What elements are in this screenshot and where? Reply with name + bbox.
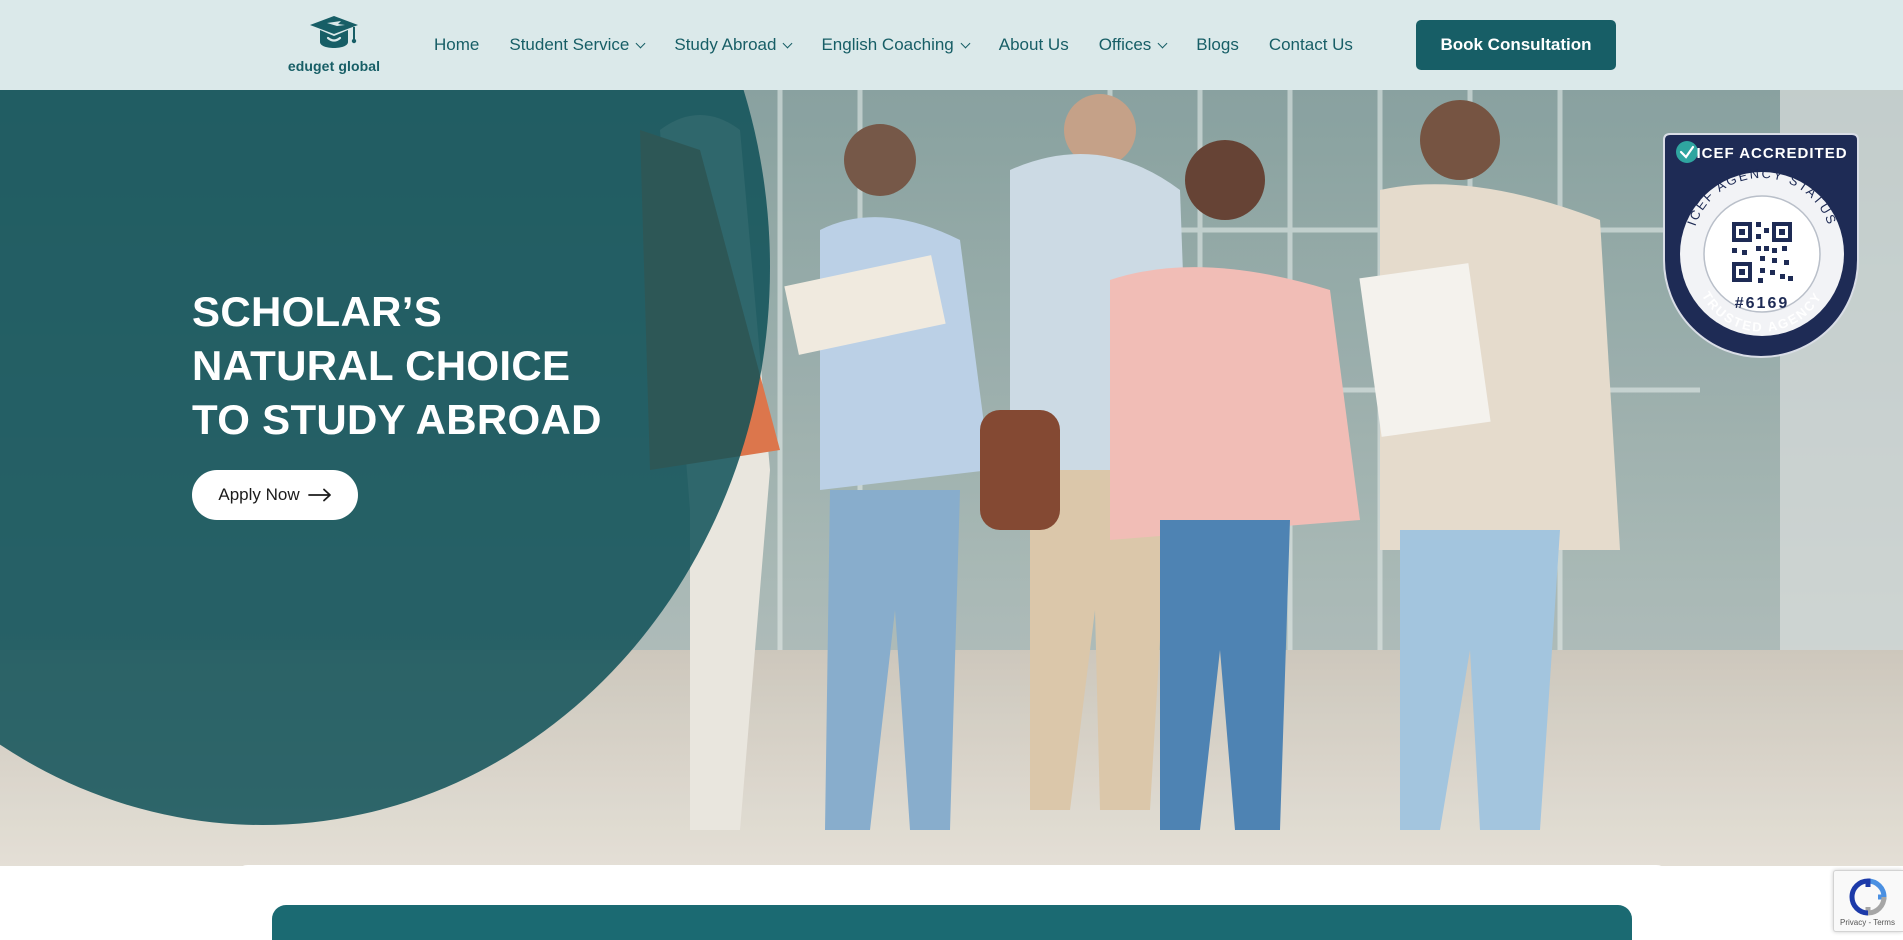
icef-accredited-badge: ICEF ACCREDITED ICEF AGENCY STATUS TRUST… <box>1663 133 1859 358</box>
search-card-panel <box>272 905 1632 940</box>
nav-item-label: About Us <box>998 35 1069 54</box>
chevron-down-icon <box>783 38 793 48</box>
headline-line: SCHOLAR’S <box>192 288 443 335</box>
recaptcha-text[interactable]: Privacy - Terms <box>1840 918 1895 927</box>
hero-headline: SCHOLAR’S NATURAL CHOICE TO STUDY ABROAD <box>192 285 602 447</box>
logo-text: eduget global <box>287 58 381 74</box>
apply-now-label: Apply Now <box>218 485 300 504</box>
nav-item-label: Contact Us <box>1268 35 1353 54</box>
chevron-down-icon <box>1157 38 1168 48</box>
nav-item-offices[interactable]: Offices <box>1098 35 1168 55</box>
nav-item-label: Offices <box>1098 35 1152 54</box>
chevron-down-icon <box>635 38 646 48</box>
apply-now-button[interactable]: Apply Now <box>192 470 358 520</box>
nav-item-label: Home <box>434 35 480 54</box>
nav-item-study-abroad[interactable]: Study Abroad <box>674 35 793 55</box>
check-icon <box>1676 141 1698 163</box>
nav-item-student-service[interactable]: Student Service <box>509 35 646 55</box>
graduation-cap-icon <box>310 16 358 48</box>
nav-item-about-us[interactable]: About Us <box>999 35 1069 55</box>
nav-item-home[interactable]: Home <box>434 35 479 55</box>
logo[interactable]: eduget global <box>286 12 382 78</box>
nav-item-label: Blogs <box>1196 35 1239 54</box>
arrow-right-icon <box>307 488 331 502</box>
hero-section: SCHOLAR’S NATURAL CHOICE TO STUDY ABROAD… <box>0 90 1903 866</box>
recaptcha-icon <box>1849 878 1887 916</box>
nav-item-english-coaching[interactable]: English Coaching <box>821 35 971 55</box>
badge-number: #6169 <box>1735 295 1790 312</box>
chevron-down-icon <box>960 38 971 48</box>
badge-title: ICEF ACCREDITED <box>1696 145 1847 162</box>
nav-item-label: Study Abroad <box>674 35 777 54</box>
headline-line: TO STUDY ABROAD <box>192 396 602 443</box>
nav-item-blogs[interactable]: Blogs <box>1196 35 1239 55</box>
nav-item-label: English Coaching <box>821 35 954 54</box>
headline-line: NATURAL CHOICE <box>192 342 571 389</box>
nav-item-label: Student Service <box>509 35 630 54</box>
nav-item-contact-us[interactable]: Contact Us <box>1269 35 1353 55</box>
book-consultation-button[interactable]: Book Consultation <box>1416 20 1616 70</box>
site-header: eduget global Home Student Service Study… <box>0 0 1903 90</box>
recaptcha-badge[interactable]: Privacy - Terms <box>1833 870 1903 932</box>
main-nav: Home Student Service Study Abroad Englis… <box>434 0 1353 90</box>
